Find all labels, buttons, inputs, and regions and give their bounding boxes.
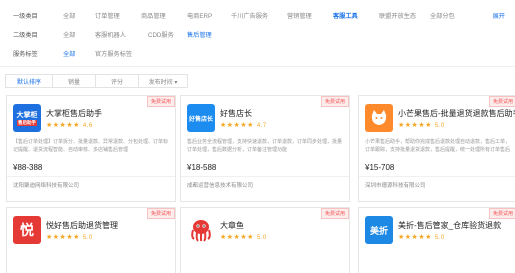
filter-option-ad-service[interactable]: 千川广告服务	[231, 11, 268, 20]
company-name: 沈阳聚迪网络科技有限公司	[13, 183, 80, 189]
filter-option-official-tag[interactable]: 官方服务标签	[95, 49, 132, 58]
free-trial-badge: 免费试用	[488, 96, 515, 107]
app-title[interactable]: 大章鱼	[220, 220, 244, 231]
free-trial-badge: 免费试用	[146, 208, 175, 219]
octopus-icon	[191, 220, 211, 242]
filter-option-order-management[interactable]: 订单管理	[95, 11, 120, 20]
app-logo-text: 大掌柜	[16, 112, 38, 119]
app-description: 小芒果售后助手，帮助你完成售后退款处理自动退款，售后工单，订单跟踪，支持批量退货…	[365, 139, 511, 153]
sort-sales-button[interactable]: 销量	[52, 74, 96, 88]
app-logo-text: 好售店长	[188, 116, 213, 123]
filter-option-all[interactable]: 全部	[63, 30, 75, 39]
rating-value: 4.7	[256, 123, 267, 129]
filter-option-all-packages[interactable]: 全部分包	[430, 11, 455, 20]
filter-option-all[interactable]: 全部	[63, 49, 75, 58]
app-description: 售后业务全流程管理，支持快速退款，订单退款，订单同步处理，批量订单处理，售后数据…	[187, 139, 343, 153]
filter-row-service-tag: 服务标签 全部 官方服务标签	[0, 44, 515, 62]
filter-option-ecommerce-erp[interactable]: 电商ERP	[187, 11, 212, 20]
app-logo: 美折	[365, 216, 393, 244]
card-divider	[7, 176, 175, 177]
app-logo	[187, 216, 215, 244]
rating-value: 5.0	[256, 235, 267, 241]
app-logo	[365, 104, 393, 132]
sort-rating-button[interactable]: 评分	[95, 74, 139, 88]
filter-option-alliance[interactable]: 联盟开放生态	[379, 11, 416, 20]
filter-label-level1: 一级类目	[13, 12, 38, 20]
rating-value: 5.0	[434, 123, 445, 129]
app-card[interactable]: 免费试用 好售店长 好售店长 ★★★★★ 4.7 售后业务全流程管理，支持快速退款…	[180, 95, 350, 202]
rating-stars: ★★★★★ 5.0	[398, 122, 445, 129]
sort-publish-time-button[interactable]: 发布时间 ▾	[138, 74, 188, 88]
card-divider	[359, 176, 515, 177]
app-title[interactable]: 悦好售后助退货管理	[46, 220, 118, 231]
app-logo-text: 悦	[20, 222, 34, 238]
filter-label-service-tag: 服务标签	[13, 50, 38, 58]
rating-stars: ★★★★★ 4.7	[220, 122, 267, 129]
app-title[interactable]: 好售店长	[220, 108, 252, 119]
app-logo-text: 美折	[369, 225, 388, 236]
filter-row-level1: 一级类目 全部 订单管理 商品管理 电商ERP 千川广告服务 营销管理 客服工具…	[0, 6, 515, 24]
app-card[interactable]: 免费试用 美折 美折-售后管家_仓库验货退款 ★★★★★ 5.0	[358, 207, 515, 273]
free-trial-badge: 免费试用	[320, 208, 349, 219]
company-name: 成都运营信息技术有限公司	[187, 183, 254, 189]
app-logo-subtext: 售后助手	[17, 120, 37, 126]
free-trial-badge: 免费试用	[146, 96, 175, 107]
filter-option-all[interactable]: 全部	[63, 11, 75, 20]
filter-option-cs-robot[interactable]: 客服机器人	[95, 30, 126, 39]
app-card[interactable]: 免费试用 大掌柜 售后助手 大掌柜售后助手 ★★★★★ 4.6 【售后订单处理】订…	[6, 95, 176, 202]
app-price: ¥15-708	[365, 163, 395, 172]
rating-value: 4.6	[82, 123, 93, 129]
app-logo: 好售店长	[187, 104, 215, 132]
free-trial-badge: 免费试用	[320, 96, 349, 107]
rating-stars: ★★★★★ 5.0	[46, 234, 93, 241]
sort-bar: 默认排序 销量 评分 发布时间 ▾	[5, 74, 188, 88]
filter-option-aftersale-management[interactable]: 售后管理	[187, 30, 212, 39]
app-title[interactable]: 大掌柜售后助手	[46, 108, 102, 119]
expand-button[interactable]: 展开	[493, 11, 505, 20]
sort-default-button[interactable]: 默认排序	[5, 74, 53, 88]
app-title[interactable]: 美折-售后管家_仓库验货退款	[398, 220, 501, 231]
free-trial-badge: 免费试用	[488, 208, 515, 219]
company-name: 深圳市德源科技有限公司	[365, 183, 426, 189]
rating-stars: ★★★★★ 5.0	[220, 234, 267, 241]
app-price: ¥88-388	[13, 163, 43, 172]
app-logo: 悦	[13, 216, 41, 244]
filter-divider	[0, 66, 515, 67]
filter-row-level2: 二级类目 全部 客服机器人 CDD服务 售后管理	[0, 25, 515, 43]
app-card[interactable]: 免费试用 小芒果售后-批量退货退款售后助手 ★★★★★ 5.0 小芒果售后助手，帮…	[358, 95, 515, 202]
filter-option-cdd-service[interactable]: CDD服务	[148, 30, 174, 39]
filter-option-customer-service-tools[interactable]: 客服工具	[333, 11, 358, 20]
rating-value: 5.0	[434, 235, 445, 241]
cat-face-icon	[371, 110, 387, 125]
rating-value: 5.0	[82, 235, 93, 241]
filter-option-marketing[interactable]: 营销管理	[287, 11, 312, 20]
app-card[interactable]: 免费试用 大章鱼 ★★★★★ 5.0	[180, 207, 350, 273]
app-title[interactable]: 小芒果售后-批量退货退款售后助手	[398, 108, 515, 119]
app-description: 【售后订单处理】订单拆分、批量退款、异常退款、分包处理、订单标记提醒、退货流程智…	[13, 139, 169, 153]
filter-option-goods-management[interactable]: 商品管理	[141, 11, 166, 20]
filter-label-level2: 二级类目	[13, 31, 38, 39]
app-price: ¥18-588	[187, 163, 217, 172]
app-card[interactable]: 免费试用 悦 悦好售后助退货管理 ★★★★★ 5.0	[6, 207, 176, 273]
rating-stars: ★★★★★ 5.0	[398, 234, 445, 241]
app-logo: 大掌柜 售后助手	[13, 104, 41, 132]
card-divider	[181, 176, 349, 177]
rating-stars: ★★★★★ 4.6	[46, 122, 93, 129]
